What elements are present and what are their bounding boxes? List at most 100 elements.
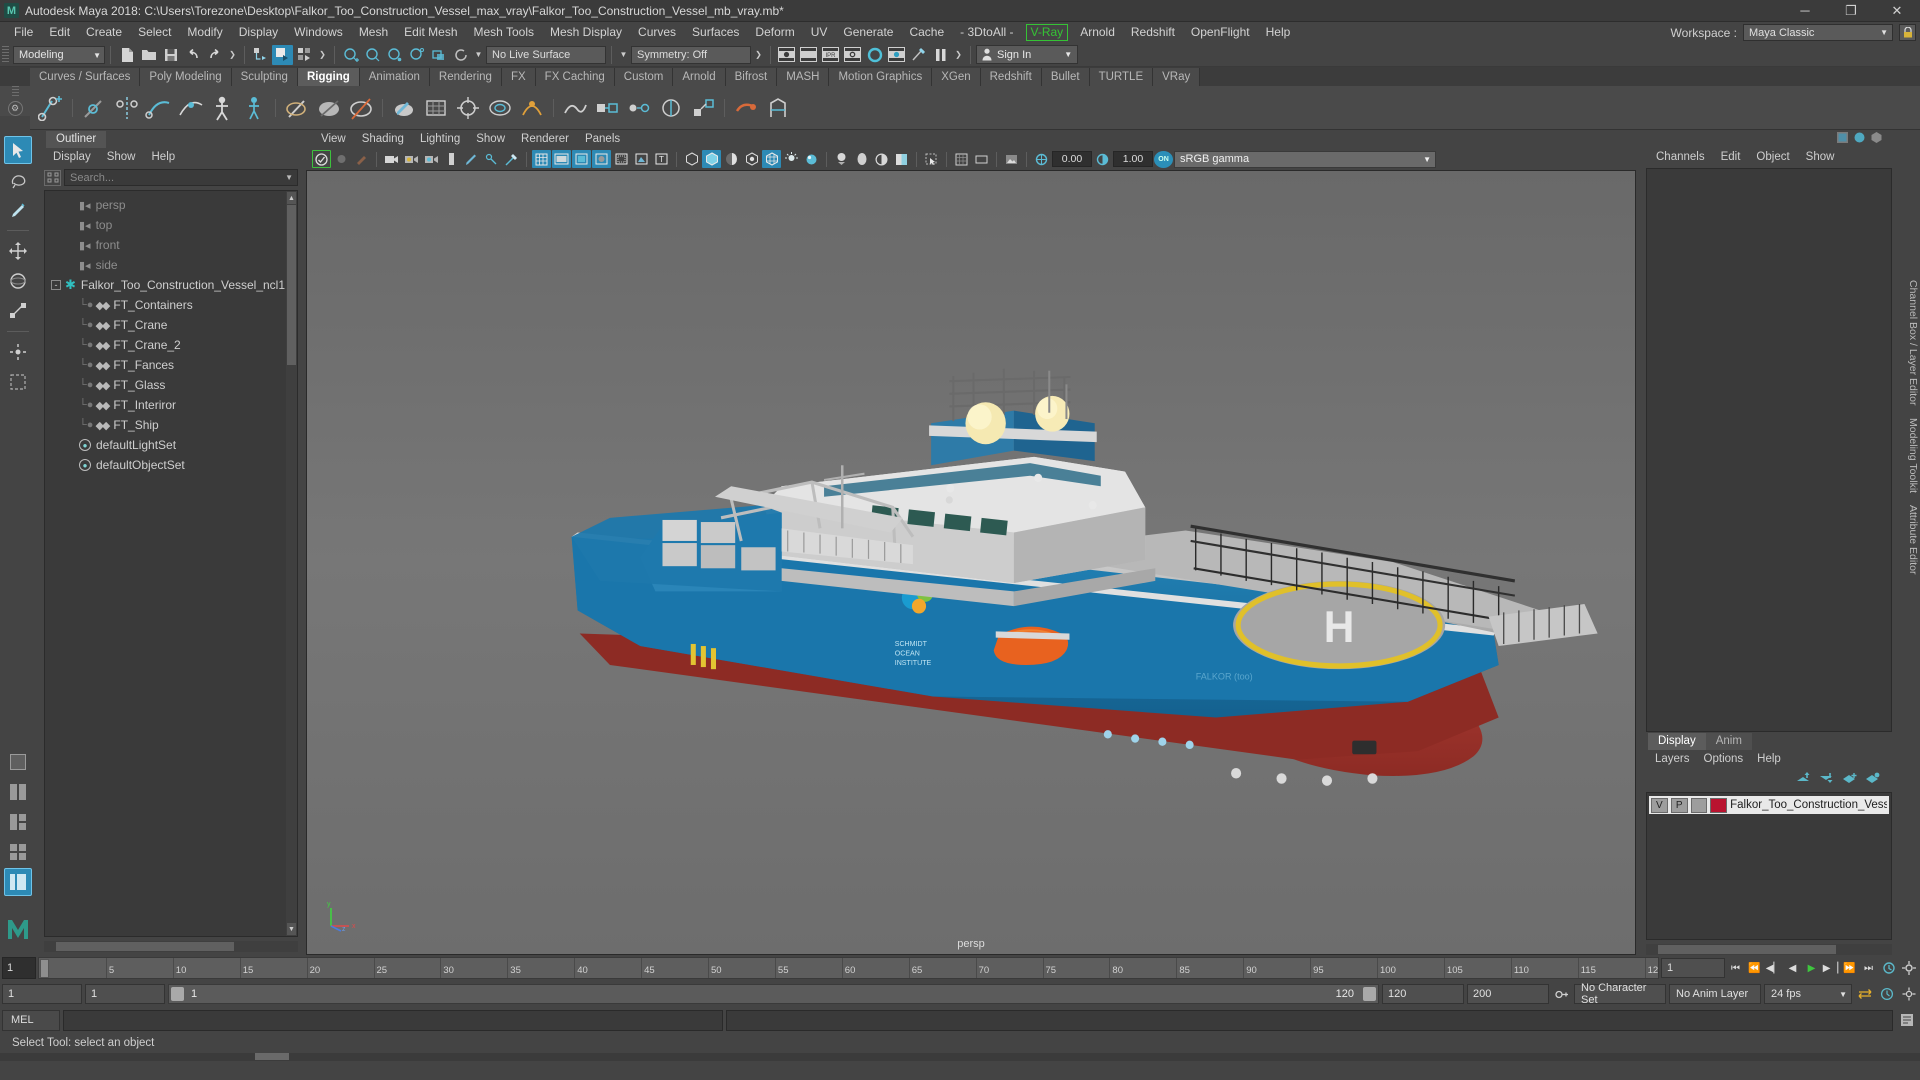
view-transform-icon[interactable] <box>892 150 911 168</box>
playback-button-0[interactable]: ⏮ <box>1726 958 1745 978</box>
camera-attributes-icon[interactable] <box>352 150 371 168</box>
time-slider-playhead[interactable] <box>40 959 49 978</box>
channel-menu-show[interactable]: Show <box>1798 148 1843 166</box>
shelf-tab-curves-surfaces[interactable]: Curves / Surfaces <box>30 68 141 86</box>
menu-item-cache[interactable]: Cache <box>901 22 952 43</box>
undo-button[interactable] <box>182 45 203 65</box>
layer-menu-help[interactable]: Help <box>1750 750 1788 768</box>
menu-item-curves[interactable]: Curves <box>630 22 684 43</box>
script-editor-icon[interactable] <box>1896 1010 1918 1031</box>
scale-tool[interactable] <box>4 297 32 325</box>
channel-menu-edit[interactable]: Edit <box>1713 148 1749 166</box>
playback-button-6[interactable]: ⏩ <box>1840 958 1859 978</box>
shelf-tab-animation[interactable]: Animation <box>359 68 430 86</box>
new-scene-button[interactable] <box>116 45 137 65</box>
render-settings-button[interactable] <box>842 45 863 65</box>
xray-joints-mode-icon[interactable] <box>742 150 761 168</box>
outliner-item-persp[interactable]: ▮◂ persp <box>49 195 297 215</box>
pose-deformer-icon[interactable] <box>763 93 793 123</box>
gamma-preset-icon[interactable] <box>872 150 891 168</box>
lights-toggle-icon[interactable] <box>782 150 801 168</box>
render-current-frame-button[interactable] <box>776 45 797 65</box>
outliner-item-top[interactable]: ▮◂ top <box>49 215 297 235</box>
deform-wire-icon[interactable] <box>560 93 590 123</box>
menu-item-mesh[interactable]: Mesh <box>351 22 396 43</box>
chevron-right-icon[interactable]: ❯ <box>226 46 239 64</box>
outliner-item-ft-glass[interactable]: └● ◆◆ FT_Glass <box>49 375 297 395</box>
select-camera-icon[interactable] <box>312 150 331 168</box>
paint-select-tool[interactable] <box>4 196 32 224</box>
save-scene-button[interactable] <box>160 45 181 65</box>
deform-blendshape-icon[interactable] <box>517 93 547 123</box>
time-slider-track[interactable]: 5 10 15 20 25 30 35 40 45 50 55 60 65 70 75 80 85 90 95 100… <box>38 957 1659 979</box>
snap-to-curve-button[interactable] <box>362 45 383 65</box>
two-sided-lighting-icon[interactable] <box>402 150 421 168</box>
playback-button-1[interactable]: ⏪ <box>1745 958 1764 978</box>
move-layer-down-icon[interactable] <box>1819 772 1834 787</box>
shelf-tab-motion-graphics[interactable]: Motion Graphics <box>829 68 933 86</box>
side-tab-modeling-toolkit[interactable]: Modeling Toolkit <box>1907 418 1919 493</box>
shelf-tab-mash[interactable]: MASH <box>777 68 830 86</box>
menu-item-file[interactable]: File <box>6 22 41 43</box>
interactive-bind-icon[interactable] <box>314 93 344 123</box>
channel-box-content[interactable] <box>1646 168 1892 732</box>
menu-set-selector[interactable]: Modeling ▼ <box>13 45 105 64</box>
menu-item-help[interactable]: Help <box>1258 22 1299 43</box>
paint-skin-weights-icon[interactable] <box>389 93 419 123</box>
layer-list[interactable]: V P Falkor_Too_Construction_Vess <box>1646 792 1892 940</box>
move-tool[interactable] <box>4 237 32 265</box>
loop-playback-icon[interactable] <box>1855 984 1874 1004</box>
film-gate-icon[interactable] <box>442 150 461 168</box>
shelf-tab-rigging[interactable]: Rigging <box>297 68 360 86</box>
detach-skin-icon[interactable] <box>346 93 376 123</box>
shelf-tab-turtle[interactable]: TURTLE <box>1089 68 1154 86</box>
smooth-shade-all-icon[interactable] <box>552 150 571 168</box>
layer-menu-options[interactable]: Options <box>1697 750 1751 768</box>
channel-menu-object[interactable]: Object <box>1748 148 1797 166</box>
chevron-right-icon[interactable]: ❯ <box>752 46 765 64</box>
shelf-grip[interactable] <box>11 86 19 98</box>
live-surface-field[interactable]: No Live Surface <box>486 45 606 64</box>
viewport-menu-lighting[interactable]: Lighting <box>413 130 467 148</box>
render-view-button[interactable] <box>886 45 907 65</box>
ik-handle-icon[interactable] <box>143 93 173 123</box>
animation-preferences-icon[interactable] <box>1879 958 1898 978</box>
current-frame-field[interactable]: 1 <box>2 957 36 979</box>
viewport-menu-show[interactable]: Show <box>469 130 512 148</box>
chevron-right-icon[interactable]: ❯ <box>952 46 965 64</box>
modeling-toolkit-icon[interactable] <box>1871 132 1882 146</box>
snap-to-grid-button[interactable] <box>340 45 361 65</box>
playback-button-2[interactable]: ◀▏ <box>1764 958 1783 978</box>
ipr-render-button[interactable]: IPR <box>820 45 841 65</box>
menu-item-openflight[interactable]: OpenFlight <box>1183 22 1258 43</box>
filter-icon[interactable] <box>44 169 61 186</box>
lasso-tool[interactable] <box>4 166 32 194</box>
channel-box-icon[interactable] <box>1837 132 1848 146</box>
playback-button-3[interactable]: ◀ <box>1783 958 1802 978</box>
last-tool-used[interactable] <box>4 368 32 396</box>
attribute-editor-icon[interactable] <box>1854 132 1865 146</box>
outliner-item-ft-crane[interactable]: └● ◆◆ FT_Crane <box>49 315 297 335</box>
shelf-tab-rendering[interactable]: Rendering <box>429 68 502 86</box>
color-management-toggle[interactable]: ON <box>1154 150 1173 168</box>
snap-to-view-plane-button[interactable] <box>428 45 449 65</box>
chevron-right-icon[interactable]: ❯ <box>316 46 329 64</box>
paint-effects-icon[interactable] <box>462 150 481 168</box>
toolbar-grip[interactable] <box>2 45 9 64</box>
gate-mask-icon[interactable] <box>422 150 441 168</box>
exposure-preset-icon[interactable] <box>852 150 871 168</box>
anim-layer-select[interactable]: No Anim Layer <box>1669 984 1761 1004</box>
layer-row[interactable]: V P Falkor_Too_Construction_Vess <box>1649 796 1889 814</box>
viewport-menu-panels[interactable]: Panels <box>578 130 627 148</box>
menu-item-vray[interactable]: V-Ray <box>1025 24 1069 41</box>
shelf-tab-sculpting[interactable]: Sculpting <box>231 68 298 86</box>
scrollbar-thumb[interactable] <box>56 942 234 951</box>
snap-to-projected-center-button[interactable] <box>406 45 427 65</box>
constraint-point-icon[interactable] <box>624 93 654 123</box>
select-by-component-type-button[interactable] <box>294 45 315 65</box>
close-button[interactable]: ✕ <box>1874 0 1920 21</box>
layer-tab-anim[interactable]: Anim <box>1705 733 1752 750</box>
maximize-button[interactable]: ❐ <box>1828 0 1874 21</box>
viewport-menu-shading[interactable]: Shading <box>355 130 411 148</box>
menu-item-windows[interactable]: Windows <box>286 22 351 43</box>
